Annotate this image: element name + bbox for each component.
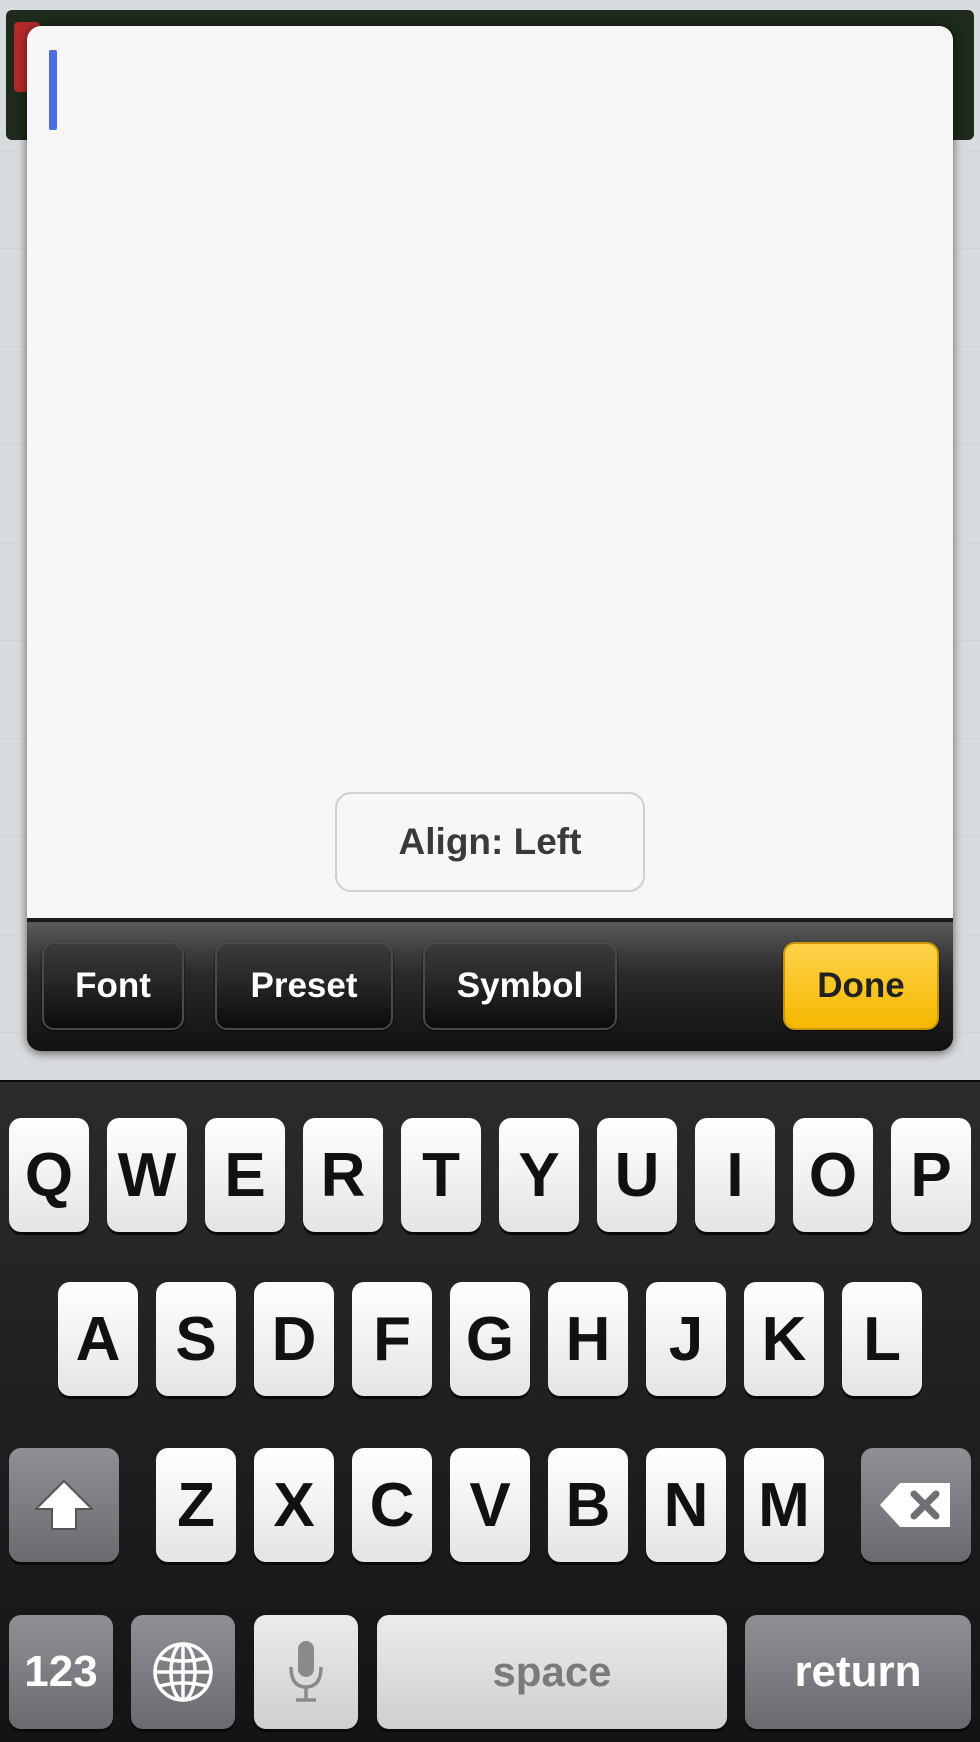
return-key[interactable]: return xyxy=(745,1615,971,1729)
key-g[interactable]: G xyxy=(450,1282,530,1396)
key-u[interactable]: U xyxy=(597,1118,677,1232)
numbers-key[interactable]: 123 xyxy=(9,1615,113,1729)
key-m[interactable]: M xyxy=(744,1448,824,1562)
key-e[interactable]: E xyxy=(205,1118,285,1232)
editor-toolbar: Font Preset Symbol Done xyxy=(27,922,953,1051)
delete-key[interactable] xyxy=(861,1448,971,1562)
key-t[interactable]: T xyxy=(401,1118,481,1232)
delete-icon xyxy=(880,1483,950,1527)
key-i[interactable]: I xyxy=(695,1118,775,1232)
microphone-icon xyxy=(289,1641,323,1702)
key-l[interactable]: L xyxy=(842,1282,922,1396)
align-button[interactable]: Align: Left xyxy=(335,792,645,892)
key-z[interactable]: Z xyxy=(156,1448,236,1562)
key-q[interactable]: Q xyxy=(9,1118,89,1232)
key-d[interactable]: D xyxy=(254,1282,334,1396)
key-j[interactable]: J xyxy=(646,1282,726,1396)
key-c[interactable]: C xyxy=(352,1448,432,1562)
shift-key[interactable] xyxy=(9,1448,119,1562)
text-editor-panel: Align: Left Font Preset Symbol Done xyxy=(27,26,953,1051)
text-input-area[interactable]: Align: Left xyxy=(27,26,953,918)
globe-icon xyxy=(153,1642,213,1702)
done-button[interactable]: Done xyxy=(783,942,939,1030)
globe-key[interactable] xyxy=(131,1615,235,1729)
key-o[interactable]: O xyxy=(793,1118,873,1232)
preset-button[interactable]: Preset xyxy=(215,942,393,1030)
space-key[interactable]: space xyxy=(377,1615,727,1729)
key-n[interactable]: N xyxy=(646,1448,726,1562)
shift-icon xyxy=(33,1479,95,1530)
key-b[interactable]: B xyxy=(548,1448,628,1562)
keyboard: Q W E R T Y U I O P A S D F G H J K L Z … xyxy=(0,1080,980,1742)
key-v[interactable]: V xyxy=(450,1448,530,1562)
key-r[interactable]: R xyxy=(303,1118,383,1232)
dictation-key[interactable] xyxy=(254,1615,358,1729)
key-a[interactable]: A xyxy=(58,1282,138,1396)
key-p[interactable]: P xyxy=(891,1118,971,1232)
key-f[interactable]: F xyxy=(352,1282,432,1396)
text-cursor xyxy=(49,50,57,130)
font-button[interactable]: Font xyxy=(42,942,184,1030)
key-y[interactable]: Y xyxy=(499,1118,579,1232)
key-x[interactable]: X xyxy=(254,1448,334,1562)
symbol-button[interactable]: Symbol xyxy=(423,942,617,1030)
key-h[interactable]: H xyxy=(548,1282,628,1396)
key-s[interactable]: S xyxy=(156,1282,236,1396)
key-k[interactable]: K xyxy=(744,1282,824,1396)
key-w[interactable]: W xyxy=(107,1118,187,1232)
